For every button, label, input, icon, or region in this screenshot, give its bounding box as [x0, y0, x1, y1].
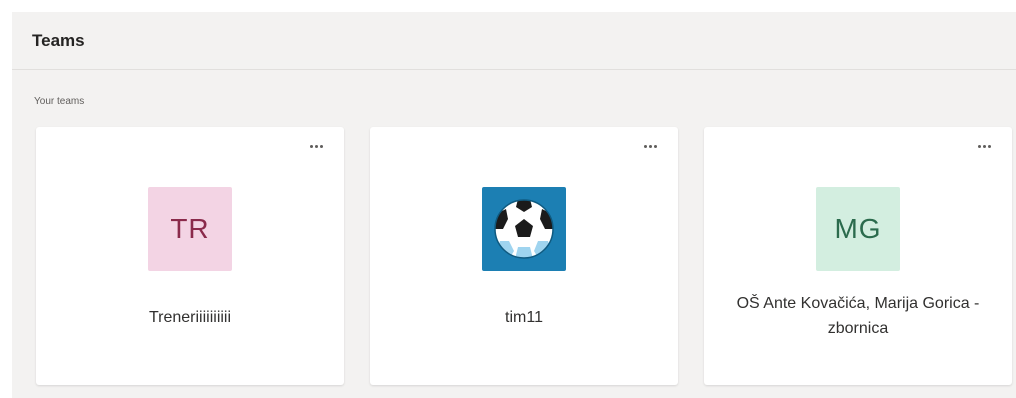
- your-teams-label: Your teams: [34, 96, 85, 107]
- team-initials: MG: [834, 213, 882, 244]
- more-dot: [319, 144, 323, 148]
- team-avatar: MG: [816, 187, 900, 271]
- more-dot: [982, 144, 986, 148]
- team-cards-grid: TR Treneriiiiiiiiii tim11 MG OŠ Ante Kov…: [36, 127, 1012, 385]
- more-dot: [648, 144, 652, 148]
- team-initials: TR: [170, 213, 210, 244]
- team-card-zbornica[interactable]: MG OŠ Ante Kovačića, Marija Gorica - zbo…: [704, 127, 1012, 385]
- team-card-tim11[interactable]: tim11: [370, 127, 678, 385]
- team-name: OŠ Ante Kovačića, Marija Gorica - zborni…: [736, 295, 980, 337]
- more-dot: [653, 144, 657, 148]
- more-dot: [314, 144, 318, 148]
- page-title: Teams: [32, 30, 85, 50]
- more-dot: [309, 144, 313, 148]
- more-dot: [987, 144, 991, 148]
- team-avatar: [482, 187, 566, 271]
- more-dot: [977, 144, 981, 148]
- more-options-button[interactable]: [972, 139, 996, 153]
- more-dot: [643, 144, 647, 148]
- team-card-treneri[interactable]: TR Treneriiiiiiiiii: [36, 127, 344, 385]
- page-header: Teams: [12, 12, 1016, 70]
- team-avatar: TR: [148, 187, 232, 271]
- soccer-ball-icon: [494, 199, 554, 259]
- more-options-button[interactable]: [638, 139, 662, 153]
- teams-app: Teams Your teams TR Treneriiiiiiiiii tim…: [12, 12, 1016, 398]
- team-name: tim11: [505, 309, 543, 326]
- team-name: Treneriiiiiiiiii: [148, 309, 232, 326]
- more-options-button[interactable]: [304, 139, 328, 153]
